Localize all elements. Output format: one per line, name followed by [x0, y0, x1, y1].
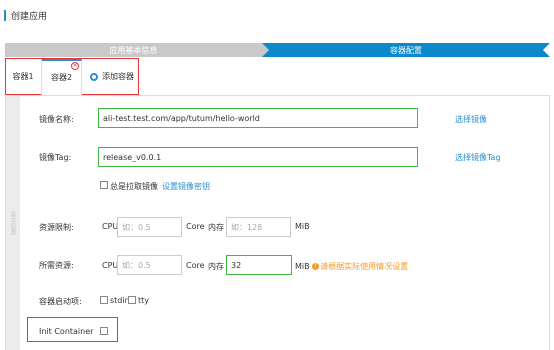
tty-checkbox[interactable] [128, 296, 136, 304]
tab-container-1-label: 容器1 [12, 72, 34, 81]
startup-options-label: 容器启动项: [39, 297, 82, 306]
stdin-checkbox[interactable] [100, 296, 108, 304]
side-strip: 基本配置 [6, 96, 20, 350]
resource-warning-text: 请根据实际使用情况设置 [320, 262, 409, 271]
add-container-button[interactable]: 添加容器 [90, 71, 134, 82]
tab-container-2-label: 容器2 [50, 73, 73, 82]
image-name-input[interactable] [98, 108, 418, 128]
tab-container-1[interactable]: 容器1 [5, 58, 42, 95]
always-pull-checkbox[interactable] [100, 181, 108, 189]
init-container-checkbox[interactable] [100, 327, 108, 335]
resource-request-label: 所需资源: [39, 261, 74, 270]
request-mem-label: 内存 [208, 262, 224, 271]
always-pull-label: 总是拉取镜像 [110, 182, 158, 191]
page-title: 创建应用 [11, 11, 48, 22]
limit-cpu-label: CPU [102, 222, 119, 231]
request-mem-unit-warning: MiB ! 请根据实际使用情况设置 [295, 261, 408, 272]
resource-limit-label: 资源限制: [39, 223, 74, 232]
container-tabs: 容器1 容器2 × 添加容器 [5, 58, 134, 95]
select-image-tag-link[interactable]: 选择镜像Tag [455, 152, 501, 163]
limit-mem-label: 内存 [208, 223, 224, 232]
request-mem-unit: MiB [295, 262, 310, 271]
page-header: 创建应用 [4, 8, 47, 22]
image-name-label: 镜像名称: [39, 115, 74, 124]
limit-mem-unit: MiB [295, 222, 310, 231]
limit-mem-input[interactable] [226, 217, 291, 237]
add-circle-icon [90, 72, 98, 81]
limit-cpu-input[interactable] [117, 217, 182, 237]
tab-container-2[interactable]: 容器2 × [42, 58, 82, 95]
warning-icon: ! [312, 263, 320, 270]
side-strip-label: 基本配置 [9, 211, 16, 235]
step-container-config-label: 容器配置 [390, 45, 422, 55]
step-basic-info-label: 应用基本信息 [109, 45, 158, 55]
tty-label: tty [138, 296, 150, 305]
image-tag-input[interactable] [98, 147, 418, 167]
close-icon[interactable]: × [71, 61, 79, 70]
add-container-label: 添加容器 [102, 72, 134, 81]
request-mem-input[interactable] [226, 255, 292, 275]
title-accent-bar [4, 9, 6, 21]
request-cpu-unit: Core [186, 261, 205, 270]
request-cpu-input[interactable] [117, 255, 182, 275]
image-tag-label: 镜像Tag: [39, 153, 72, 162]
set-image-secret-link[interactable]: 设置镜像密钥 [162, 181, 210, 192]
select-image-link[interactable]: 选择镜像 [455, 114, 487, 125]
step-progress-bar: 应用基本信息 容器配置 [5, 43, 550, 57]
init-container-label: Init Container [39, 327, 94, 336]
stdin-label: stdin [110, 296, 130, 305]
request-cpu-label: CPU [102, 261, 119, 270]
limit-cpu-unit: Core [186, 222, 205, 231]
step-basic-info: 应用基本信息 [5, 43, 269, 57]
step-container-config: 容器配置 [262, 43, 550, 57]
